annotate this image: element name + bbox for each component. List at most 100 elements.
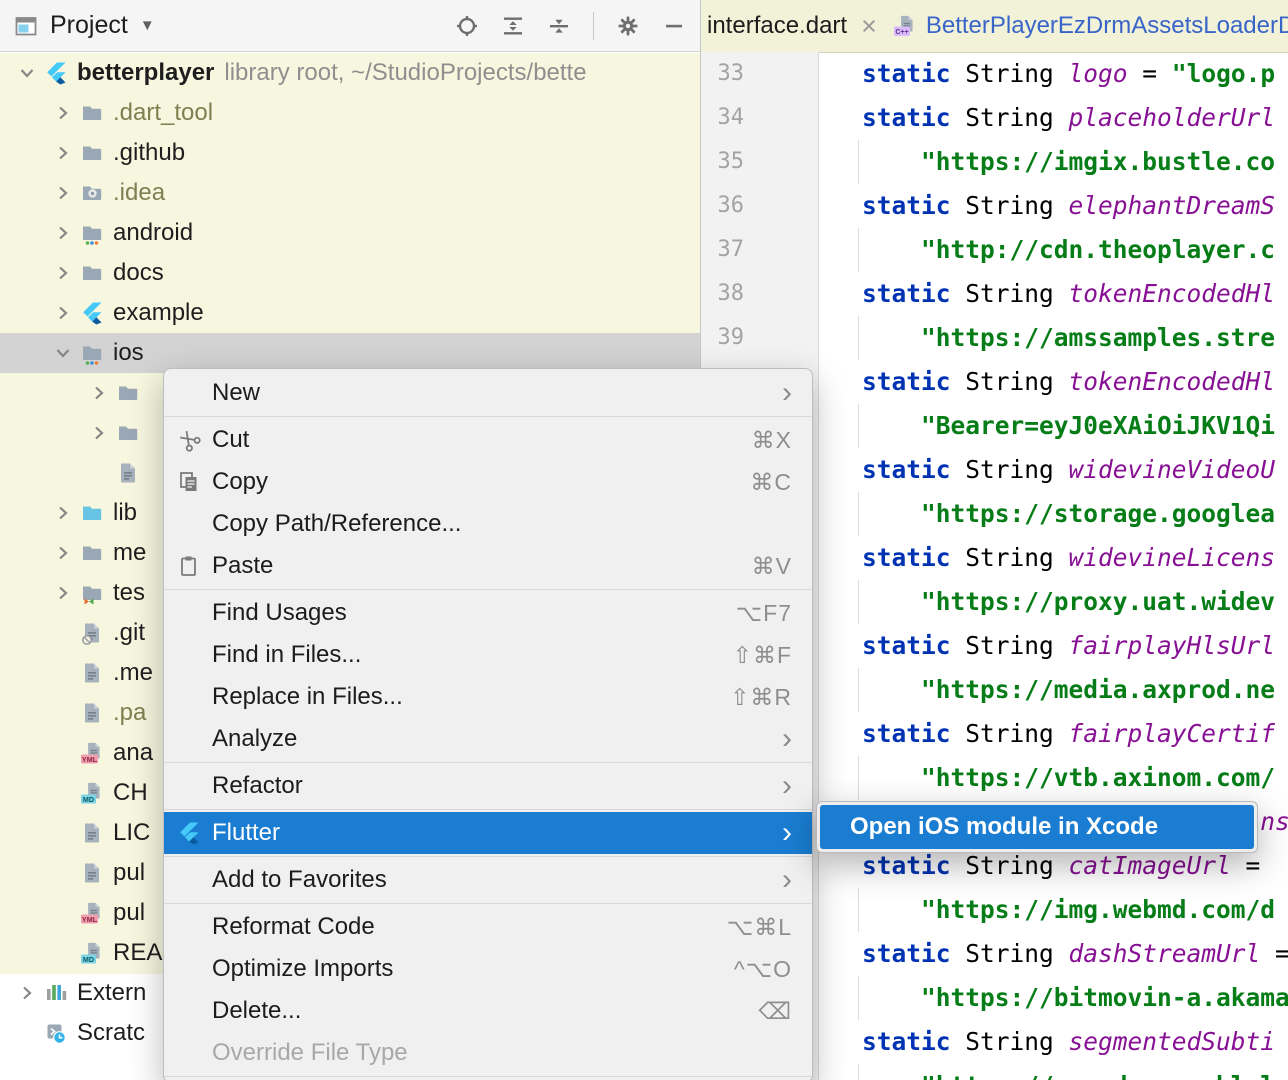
chevron-spacer <box>50 860 76 886</box>
menu-item-cut[interactable]: Cut⌘X <box>164 419 812 461</box>
close-tab-icon[interactable]: × <box>861 11 877 42</box>
menu-item-add-to-favorites[interactable]: Add to Favorites› <box>164 859 812 901</box>
file-md-icon: MD <box>80 940 104 966</box>
menu-item-new[interactable]: New› <box>164 372 812 414</box>
code-line: "https://eng-demo.cablela <box>820 1064 1288 1080</box>
chevron-right-icon[interactable] <box>14 980 40 1006</box>
code-line: "https://storage.googlea <box>820 492 1288 536</box>
flutter-submenu: Open iOS module in Xcode <box>816 801 1258 853</box>
menu-item-open-ios-module-in-xcode[interactable]: Open iOS module in Xcode <box>820 805 1254 849</box>
tree-item-label: ana <box>113 739 153 767</box>
chevron-down-icon[interactable]: ▼ <box>140 17 155 34</box>
tree-item-label: Scratc <box>77 1019 145 1047</box>
file-yml-icon: YML <box>80 740 104 766</box>
chevron-right-icon[interactable] <box>50 580 76 606</box>
menu-item-find-in-files[interactable]: Find in Files...⇧⌘F <box>164 634 812 676</box>
chevron-right-icon[interactable] <box>50 300 76 326</box>
line-number: 37 <box>701 228 744 272</box>
menu-item-flutter[interactable]: Flutter› <box>164 812 812 854</box>
menu-item-copy[interactable]: Copy⌘C <box>164 461 812 503</box>
tree-item-betterplayer[interactable]: betterplayerlibrary root, ~/StudioProjec… <box>0 53 700 93</box>
chevron-right-icon[interactable] <box>50 540 76 566</box>
chevron-spacer <box>50 820 76 846</box>
menu-separator <box>164 589 812 590</box>
svg-text:C++: C++ <box>895 29 908 36</box>
chevron-spacer <box>14 1020 40 1046</box>
scratches-icon <box>44 1021 68 1045</box>
tree-item--dart-tool[interactable]: .dart_tool <box>0 93 700 133</box>
menu-item-delete[interactable]: Delete...⌫ <box>164 990 812 1032</box>
chevron-down-icon[interactable] <box>14 60 40 86</box>
tree-item-label: android <box>113 219 193 247</box>
menu-item-analyze[interactable]: Analyze› <box>164 718 812 760</box>
settings-gear-icon[interactable] <box>616 14 640 38</box>
tree-item-suffix: library root, ~/StudioProjects/bette <box>224 59 586 87</box>
external-libs-icon <box>44 981 68 1005</box>
menu-item-optimize-imports[interactable]: Optimize Imports^⌥O <box>164 948 812 990</box>
chevron-right-icon[interactable] <box>86 420 112 446</box>
menu-item-label: Optimize Imports <box>212 955 393 983</box>
chevron-down-icon[interactable] <box>50 340 76 366</box>
tree-item-label: REA <box>113 939 162 967</box>
folder-icon <box>80 140 104 166</box>
file-icon <box>80 820 104 846</box>
project-pane-header: Project ▼ <box>0 0 700 52</box>
menu-item-paste[interactable]: Paste⌘V <box>164 545 812 587</box>
folder-icon <box>116 420 140 446</box>
svg-text:YML: YML <box>82 755 98 764</box>
context-menu: New› Cut⌘XCopy⌘CCopy Path/Reference...Pas… <box>163 368 813 1080</box>
line-number: 33 <box>701 52 744 96</box>
chevron-right-icon[interactable] <box>50 100 76 126</box>
chevron-right-icon[interactable] <box>50 500 76 526</box>
menu-item-reformat-code[interactable]: Reformat Code⌥⌘L <box>164 906 812 948</box>
tree-item--idea[interactable]: .idea <box>0 173 700 213</box>
code-line: static String placeholderUrl <box>820 96 1288 140</box>
flutter-icon <box>80 301 104 325</box>
tree-item-example[interactable]: example <box>0 293 700 333</box>
menu-item-label: Override File Type <box>212 1039 408 1067</box>
tree-item-docs[interactable]: docs <box>0 253 700 293</box>
chevron-spacer <box>50 900 76 926</box>
menu-item-find-usages[interactable]: Find Usages⌥F7 <box>164 592 812 634</box>
menu-item-label: Find in Files... <box>212 641 361 669</box>
menu-item-label: Cut <box>212 426 249 454</box>
menu-separator <box>164 856 812 857</box>
code-line: static String segmentedSubti <box>820 1020 1288 1064</box>
menu-item-override-file-type: Override File Type <box>164 1032 812 1074</box>
tree-item-label: .git <box>113 619 145 647</box>
chevron-right-icon[interactable] <box>86 380 112 406</box>
chevron-spacer <box>50 700 76 726</box>
tool-window-icon <box>14 14 38 38</box>
chevron-right-icon[interactable] <box>50 140 76 166</box>
code-line: "Bearer=eyJ0eXAiOiJKV1Qi <box>820 404 1288 448</box>
submenu-arrow-icon: › <box>782 378 792 408</box>
menu-item-label: Replace in Files... <box>212 683 403 711</box>
code-editor[interactable]: static String logo = "logo.pstatic Strin… <box>820 52 1288 1080</box>
menu-item-replace-in-files[interactable]: Replace in Files...⇧⌘R <box>164 676 812 718</box>
folder-icon <box>80 260 104 286</box>
ide-window: Project ▼ betterplayerlibrary root, ~/St… <box>0 0 1288 1080</box>
menu-item-copy-path-reference[interactable]: Copy Path/Reference... <box>164 503 812 545</box>
tree-item-ios[interactable]: ios <box>0 333 700 373</box>
locate-icon[interactable] <box>455 14 479 38</box>
tree-item--github[interactable]: .github <box>0 133 700 173</box>
menu-item-refactor[interactable]: Refactor› <box>164 765 812 807</box>
chevron-spacer <box>50 780 76 806</box>
line-number: 38 <box>701 272 744 316</box>
file-icon <box>80 660 104 686</box>
chevron-right-icon[interactable] <box>50 220 76 246</box>
menu-separator <box>164 903 812 904</box>
tree-item-label: CH <box>113 779 148 807</box>
file-icon <box>116 460 140 486</box>
collapse-all-icon[interactable] <box>547 14 571 38</box>
tab-betterplayer-ezdrm-loader[interactable]: C++ BetterPlayerEzDrmAssetsLoaderD <box>887 0 1288 52</box>
chevron-right-icon[interactable] <box>50 260 76 286</box>
tab-interface-dart[interactable]: interface.dart × <box>701 0 887 52</box>
code-line: "https://img.webmd.com/d <box>820 888 1288 932</box>
chevron-right-icon[interactable] <box>50 180 76 206</box>
hide-pane-icon[interactable] <box>662 14 686 38</box>
expand-all-icon[interactable] <box>501 14 525 38</box>
tree-item-android[interactable]: android <box>0 213 700 253</box>
line-number: 35 <box>701 140 744 184</box>
line-number: 34 <box>701 96 744 140</box>
